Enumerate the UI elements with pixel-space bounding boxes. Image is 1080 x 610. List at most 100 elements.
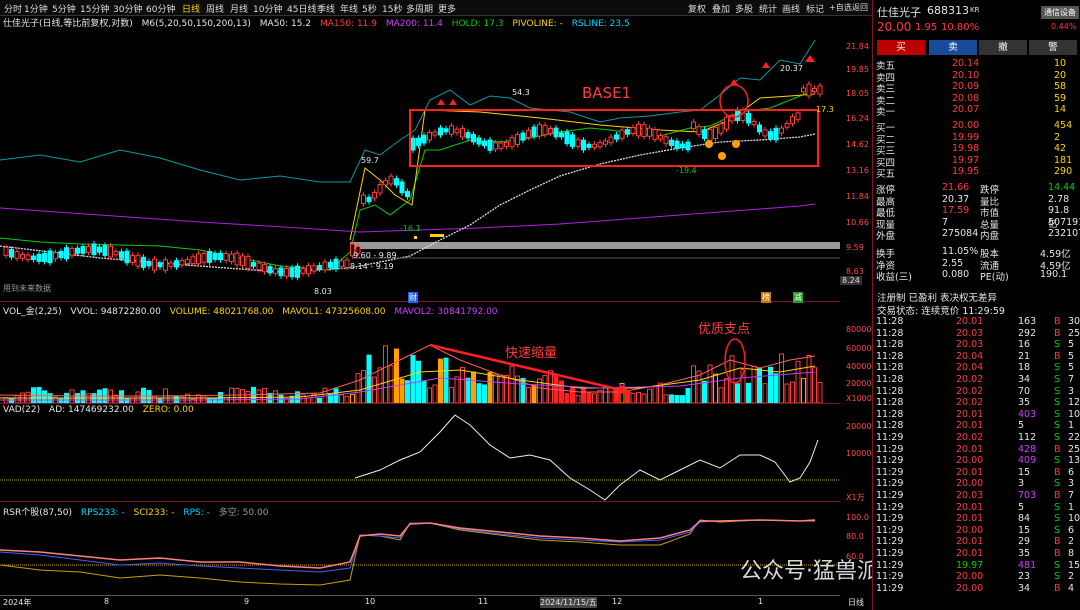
candle xyxy=(773,127,779,141)
candle xyxy=(119,251,124,259)
candle xyxy=(806,83,812,97)
candle xyxy=(278,267,284,277)
candle xyxy=(603,140,608,145)
quote-row: 11:29 20.00 409 S 13 xyxy=(876,455,1080,467)
quote-row: 11:28 20.03 16 S 5 xyxy=(876,339,1075,351)
candle xyxy=(812,87,817,93)
vad-panel[interactable] xyxy=(0,404,840,502)
candle xyxy=(597,142,603,148)
candle xyxy=(262,264,267,273)
candle xyxy=(69,248,75,256)
quote-row: 11:28 20.01 5 S 1 xyxy=(876,420,1075,432)
candle xyxy=(20,253,25,259)
candle xyxy=(713,126,718,139)
stock-name: 仕佳光子 xyxy=(877,6,921,19)
range-label: 9.60 - 9.89 xyxy=(353,251,397,260)
quote-row: 11:29 20.01 29 B 2 xyxy=(876,536,1075,548)
candle xyxy=(75,247,80,254)
candle xyxy=(658,135,663,140)
candle xyxy=(47,250,53,264)
candle xyxy=(399,181,405,194)
quote-row: 收益(三) 0.080 PE(动) 190.1 xyxy=(876,269,1068,283)
quote-row: 最低 17.59 市值 91.8亿 xyxy=(876,205,1070,230)
candle xyxy=(218,252,223,261)
quote-row: 11:28 20.02 35 S 12 xyxy=(876,397,1080,409)
candle xyxy=(559,132,564,138)
candle xyxy=(251,262,256,267)
quote-row: 11:29 20.01 428 B 25 xyxy=(876,443,1080,455)
candle xyxy=(757,124,762,133)
low-803: 8.03 xyxy=(314,287,332,296)
candle xyxy=(647,127,652,137)
candle xyxy=(636,123,641,137)
candle xyxy=(113,251,119,256)
candle xyxy=(97,246,102,253)
sell-button[interactable]: 卖 xyxy=(929,40,977,55)
candle xyxy=(124,250,130,264)
candle xyxy=(520,132,526,141)
buy-button[interactable]: 买 xyxy=(877,40,925,55)
candle xyxy=(42,253,47,263)
candle xyxy=(372,192,377,199)
candle xyxy=(190,256,196,265)
candle xyxy=(526,129,531,138)
stock-tag: KR xyxy=(970,6,980,14)
shrink-note: 快速缩量 xyxy=(505,346,558,361)
candle xyxy=(80,246,86,254)
last-price: 20.00 xyxy=(877,20,912,34)
candle xyxy=(619,129,625,139)
candle xyxy=(531,126,537,137)
candle xyxy=(141,256,146,268)
quote-row: 净资 2.55 流通 4.59亿 xyxy=(876,257,1071,272)
quote-row: 涨停 21.66 跌停 14.44 xyxy=(876,182,1076,196)
candle xyxy=(443,128,449,133)
candle xyxy=(333,258,339,270)
candle xyxy=(537,124,542,137)
candle xyxy=(564,131,570,145)
candle xyxy=(14,251,20,259)
quote-row: 买二 19.99 2 xyxy=(876,131,1061,146)
candle xyxy=(361,194,366,204)
candle xyxy=(471,133,476,143)
candle xyxy=(801,87,806,93)
candle xyxy=(405,190,410,198)
candle xyxy=(3,246,9,256)
candle xyxy=(267,266,273,274)
candle xyxy=(630,126,636,135)
quote-row: 买一 20.00 454 xyxy=(876,120,1073,134)
quote-row: 11:28 20.04 18 S 5 xyxy=(876,362,1075,374)
quote-row: 最高 20.37 量比 2.78 xyxy=(876,193,1070,208)
candle xyxy=(570,134,575,147)
industry-badge[interactable]: 通信设备 xyxy=(1041,6,1079,19)
low-161: -16.1 xyxy=(400,224,421,233)
high-2037: 20.37 xyxy=(780,64,803,73)
candle xyxy=(685,141,691,151)
candle xyxy=(432,131,438,136)
candle xyxy=(641,124,647,138)
industry-change: 0.44% xyxy=(1051,22,1077,31)
candle xyxy=(768,131,773,139)
candle xyxy=(416,137,421,146)
candle xyxy=(790,116,795,125)
pivot-note: 优质支点 xyxy=(698,322,751,337)
cancel-order-button[interactable]: 撤 xyxy=(979,40,1027,55)
candle xyxy=(86,245,91,253)
candle xyxy=(482,140,487,146)
alert-button[interactable]: 警 xyxy=(1029,40,1077,55)
quote-row: 11:29 20.00 3 S 3 xyxy=(876,478,1075,490)
candle xyxy=(724,116,729,130)
candle xyxy=(289,267,295,278)
candle xyxy=(746,112,751,124)
candle xyxy=(795,112,801,121)
high-543: 54.3 xyxy=(512,88,530,97)
future-data-note: 用到未来数据 xyxy=(3,284,51,293)
candle xyxy=(146,260,152,267)
candle xyxy=(229,253,234,263)
candle xyxy=(130,254,135,263)
candle xyxy=(509,137,515,148)
candle xyxy=(295,265,300,278)
candle xyxy=(702,129,707,139)
candle xyxy=(102,245,108,256)
quote-row: 11:28 20.01 163 B 30 xyxy=(876,316,1080,327)
quote-row: 卖三 20.09 58 xyxy=(876,81,1067,95)
